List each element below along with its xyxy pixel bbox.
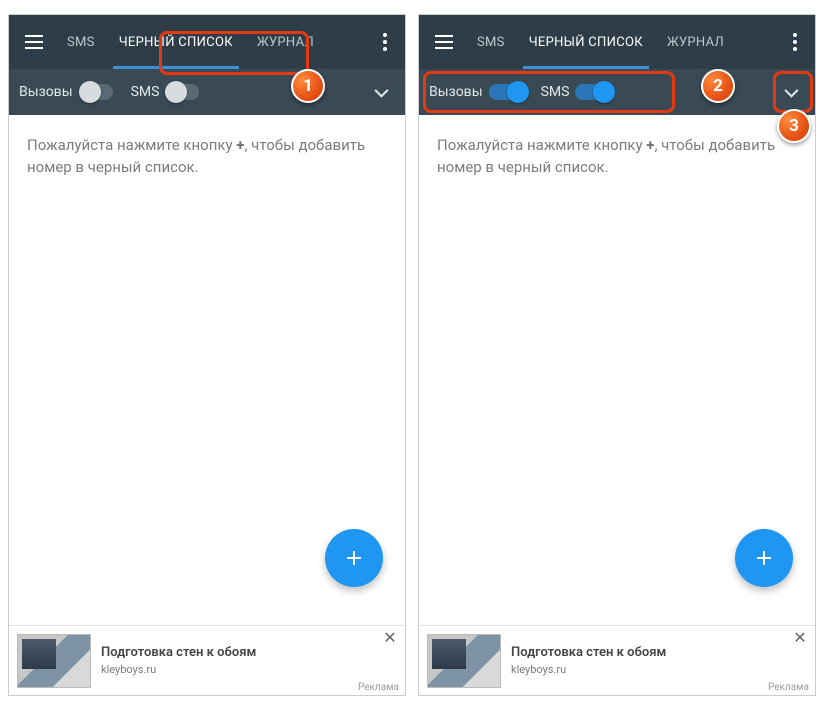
tab-journal[interactable]: ЖУРНАЛ — [655, 15, 736, 69]
plus-icon — [752, 546, 776, 570]
ad-close-button[interactable]: ✕ — [791, 628, 809, 646]
overflow-menu[interactable] — [371, 33, 399, 51]
tab-sms[interactable]: SMS — [55, 15, 107, 69]
empty-hint: Пожалуйста нажмите кнопку +, чтобы добав… — [419, 115, 815, 695]
tab-journal[interactable]: ЖУРНАЛ — [245, 15, 326, 69]
menu-button[interactable] — [15, 22, 55, 62]
tab-sms[interactable]: SMS — [465, 15, 517, 69]
sms-toggle[interactable] — [575, 84, 609, 100]
ad-image — [427, 634, 501, 688]
plus-icon — [342, 546, 366, 570]
tab-strip: SMS ЧЕРНЫЙ СПИСОК ЖУРНАЛ — [55, 15, 371, 69]
ad-tag: Реклама — [768, 682, 809, 693]
ad-banner[interactable]: Подготовка стен к обоям kleyboys.ru ✕ Ре… — [9, 625, 405, 695]
chevron-down-icon — [374, 84, 388, 98]
calls-toggle[interactable] — [79, 84, 113, 100]
filter-bar: Вызовы SMS — [419, 69, 815, 115]
hint-text-pre: Пожалуйста нажмите кнопку — [437, 136, 646, 154]
chevron-down-icon — [784, 84, 798, 98]
expand-chevron[interactable] — [775, 77, 805, 107]
sms-toggle[interactable] — [165, 84, 199, 100]
ad-source: kleyboys.ru — [511, 663, 807, 676]
sms-label: SMS — [541, 84, 570, 100]
ad-title: Подготовка стен к обоям — [101, 645, 397, 661]
calls-toggle[interactable] — [489, 84, 523, 100]
tab-strip: SMS ЧЕРНЫЙ СПИСОК ЖУРНАЛ — [465, 15, 781, 69]
ad-banner[interactable]: Подготовка стен к обоям kleyboys.ru ✕ Ре… — [419, 625, 815, 695]
expand-chevron[interactable] — [365, 77, 395, 107]
calls-label: Вызовы — [429, 84, 483, 100]
overflow-menu[interactable] — [781, 33, 809, 51]
ad-text: Подготовка стен к обоям kleyboys.ru — [511, 645, 807, 676]
ad-image — [17, 634, 91, 688]
filter-bar: Вызовы SMS — [9, 69, 405, 115]
phone-left: SMS ЧЕРНЫЙ СПИСОК ЖУРНАЛ Вызовы SMS Пожа… — [8, 14, 406, 696]
ad-text: Подготовка стен к обоям kleyboys.ru — [101, 645, 397, 676]
ad-tag: Реклама — [358, 682, 399, 693]
calls-label: Вызовы — [19, 84, 73, 100]
empty-hint: Пожалуйста нажмите кнопку +, чтобы добав… — [9, 115, 405, 695]
menu-button[interactable] — [425, 22, 465, 62]
add-fab[interactable] — [735, 529, 793, 587]
ad-title: Подготовка стен к обоям — [511, 645, 807, 661]
hint-text-pre: Пожалуйста нажмите кнопку — [27, 136, 236, 154]
tab-blacklist[interactable]: ЧЕРНЫЙ СПИСОК — [107, 15, 245, 69]
top-bar: SMS ЧЕРНЫЙ СПИСОК ЖУРНАЛ — [419, 15, 815, 69]
top-bar: SMS ЧЕРНЫЙ СПИСОК ЖУРНАЛ — [9, 15, 405, 69]
phone-right: SMS ЧЕРНЫЙ СПИСОК ЖУРНАЛ Вызовы SMS Пожа… — [418, 14, 816, 696]
tab-blacklist[interactable]: ЧЕРНЫЙ СПИСОК — [517, 15, 655, 69]
ad-source: kleyboys.ru — [101, 663, 397, 676]
sms-label: SMS — [131, 84, 160, 100]
add-fab[interactable] — [325, 529, 383, 587]
ad-close-button[interactable]: ✕ — [381, 628, 399, 646]
